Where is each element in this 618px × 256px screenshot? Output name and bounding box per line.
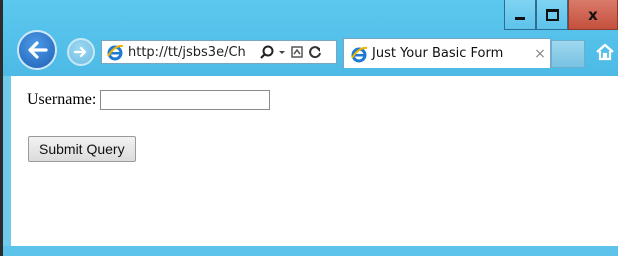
back-arrow-icon [28, 41, 48, 59]
forward-button[interactable] [67, 38, 95, 66]
maximize-button[interactable] [536, 0, 568, 30]
username-input[interactable] [100, 90, 271, 110]
minimize-button[interactable] [504, 0, 536, 30]
address-bar-icons [260, 45, 322, 59]
browser-window: x http://tt/jsbs3e/Ch Just Your Basic Fo… [0, 0, 618, 256]
close-icon: x [588, 5, 598, 24]
address-url: http://tt/jsbs3e/Ch [128, 44, 246, 60]
ie-logo-icon [351, 46, 368, 62]
dropdown-icon[interactable] [278, 45, 286, 59]
address-bar[interactable]: http://tt/jsbs3e/Ch [101, 40, 337, 64]
tab-title: Just Your Basic Form [372, 46, 504, 61]
window-caption-buttons: x [504, 0, 618, 30]
ie-logo-icon [107, 44, 124, 61]
minimize-icon [515, 17, 525, 20]
page-content: Username: Submit Query [11, 76, 618, 246]
tab-just-your-basic-form[interactable]: Just Your Basic Form × [343, 38, 551, 68]
refresh-icon[interactable] [308, 45, 322, 59]
new-tab-button[interactable] [551, 40, 585, 68]
submit-query-button[interactable]: Submit Query [28, 136, 136, 162]
tab-close-icon[interactable]: × [530, 46, 550, 62]
home-icon[interactable] [595, 42, 615, 62]
back-button[interactable] [17, 30, 57, 70]
window-bottom-border [3, 246, 618, 256]
username-row: Username: [27, 90, 271, 110]
browser-chrome: x http://tt/jsbs3e/Ch Just Your Basic Fo… [3, 0, 618, 76]
search-icon[interactable] [260, 45, 274, 59]
forward-arrow-icon [74, 46, 87, 58]
compatibility-icon[interactable] [290, 45, 304, 59]
close-window-button[interactable]: x [568, 0, 618, 30]
maximize-icon [545, 8, 559, 21]
username-label: Username: [27, 91, 97, 108]
